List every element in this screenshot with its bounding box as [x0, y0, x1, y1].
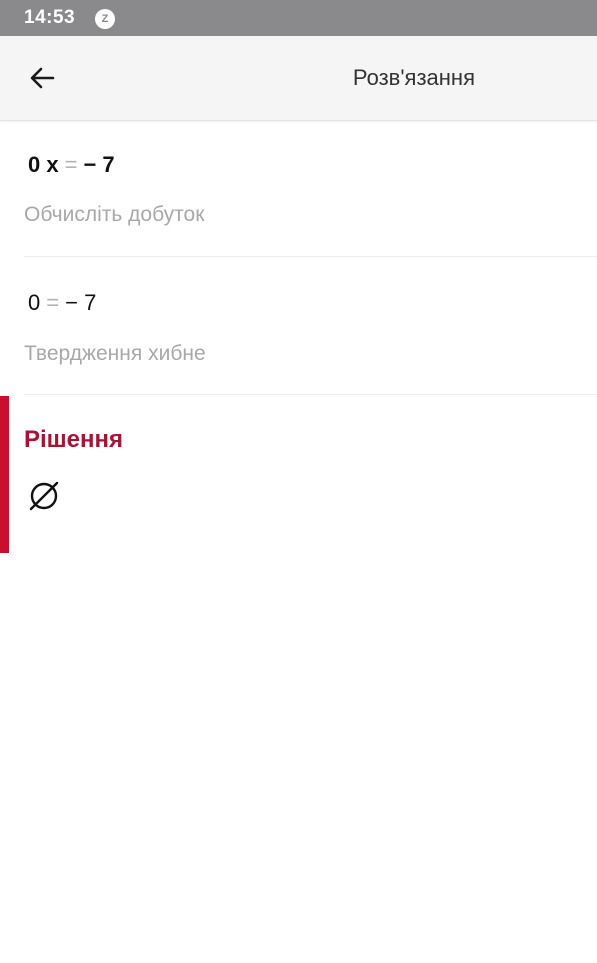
expression-right: − 7	[83, 152, 115, 177]
empty-set-icon	[29, 481, 59, 511]
equals-sign: =	[64, 152, 78, 177]
equals-sign: =	[46, 290, 60, 315]
step-expression: 0 = − 7	[28, 290, 96, 316]
solution-step-2: 0 = − 7 Твердження хибне	[0, 258, 597, 394]
solution-step-1: 0 x = − 7 Обчисліть добуток	[0, 121, 597, 256]
status-bar: 14:53 Z	[0, 0, 597, 36]
back-button[interactable]	[22, 58, 62, 98]
expression-right: − 7	[65, 290, 97, 315]
expression-left: 0 x	[28, 152, 59, 177]
solution-title: Рішення	[24, 426, 124, 453]
divider	[24, 256, 597, 257]
divider	[24, 394, 597, 395]
status-time: 14:53	[24, 7, 76, 28]
app-bar: Розв'язання	[0, 36, 597, 121]
solution-section: Рішення	[0, 396, 597, 553]
z-badge-icon: Z	[95, 9, 115, 29]
step-explanation: Обчисліть добуток	[24, 203, 205, 226]
arrow-left-icon	[30, 67, 55, 89]
solution-accent-bar	[0, 396, 9, 553]
page-title: Розв'язання	[352, 65, 475, 90]
step-explanation: Твердження хибне	[24, 342, 206, 365]
expression-left: 0	[28, 290, 41, 315]
step-expression: 0 x = − 7	[28, 152, 115, 178]
